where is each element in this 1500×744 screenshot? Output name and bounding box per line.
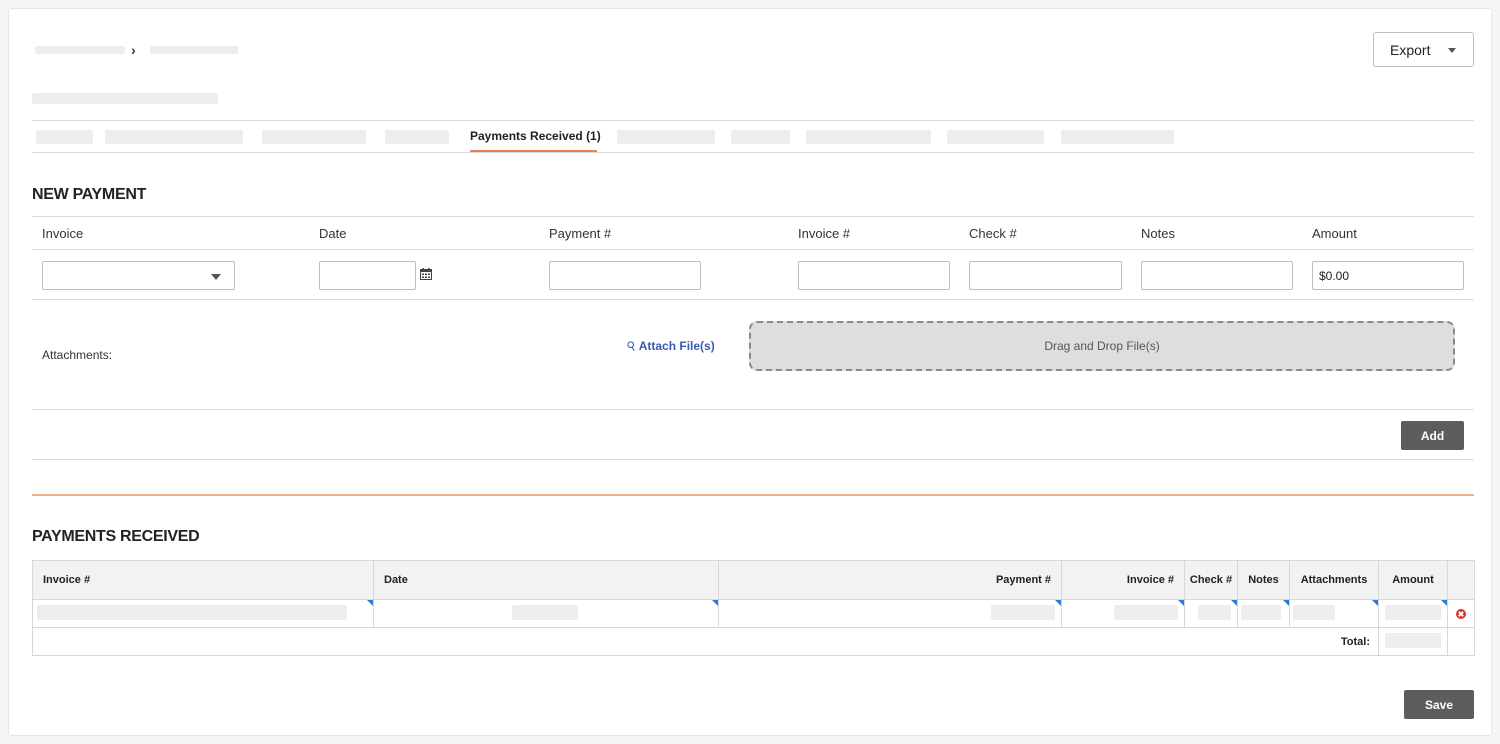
tab-2[interactable]	[105, 130, 243, 144]
payments-received-table: Invoice # Date Payment # Invoice # Check…	[32, 560, 1475, 656]
new-payment-divider	[32, 216, 1474, 217]
export-button-label: Export	[1390, 41, 1431, 58]
cell-invoice-number[interactable]	[32, 599, 374, 628]
cell-attachments[interactable]	[1289, 599, 1379, 628]
total-amount	[1378, 627, 1448, 656]
add-button[interactable]: Add	[1401, 421, 1464, 450]
header-check-number[interactable]: Check #	[1184, 560, 1238, 600]
column-notes: Notes	[1141, 226, 1175, 241]
export-button[interactable]: Export	[1373, 32, 1474, 67]
check-number-input[interactable]	[969, 261, 1122, 290]
tab-bar-top-divider	[32, 120, 1474, 121]
header-amount[interactable]: Amount	[1378, 560, 1448, 600]
amount-value: $0.00	[1319, 268, 1350, 283]
tab-9[interactable]	[947, 130, 1044, 144]
column-amount: Amount	[1312, 226, 1357, 241]
header-invoice-number[interactable]: Invoice #	[32, 560, 374, 600]
attachments-divider	[32, 409, 1474, 410]
fields-divider	[32, 299, 1474, 300]
header-payment-number[interactable]: Payment #	[718, 560, 1062, 600]
tab-3[interactable]	[262, 130, 366, 144]
column-invoice-number: Invoice #	[798, 226, 851, 241]
cell-date[interactable]	[373, 599, 719, 628]
add-row-divider	[32, 459, 1474, 460]
amount-input[interactable]: $0.00	[1312, 261, 1464, 290]
paperclip-icon: ⚲	[624, 337, 639, 355]
table-header-row: Invoice # Date Payment # Invoice # Check…	[32, 560, 1475, 600]
cell-delete[interactable]	[1447, 599, 1475, 628]
delete-icon[interactable]	[1456, 609, 1466, 619]
tab-1[interactable]	[36, 130, 93, 144]
tab-7[interactable]	[731, 130, 790, 144]
cell-check-number[interactable]	[1184, 599, 1238, 628]
header-invoice-number-2[interactable]: Invoice #	[1061, 560, 1185, 600]
tab-4[interactable]	[385, 130, 449, 144]
header-actions	[1447, 560, 1475, 600]
table-row	[32, 599, 1475, 628]
cell-invoice-number-2[interactable]	[1061, 599, 1185, 628]
section-separator	[32, 494, 1474, 496]
column-date: Date	[319, 226, 347, 241]
breadcrumb-item-current	[150, 46, 238, 54]
new-payment-title: NEW PAYMENT	[32, 186, 147, 203]
total-row: Total:	[32, 627, 1475, 656]
total-label: Total:	[32, 627, 1379, 656]
chevron-right-icon: ›	[131, 42, 136, 58]
invoice-number-input[interactable]	[798, 261, 950, 290]
notes-input[interactable]	[1141, 261, 1293, 290]
tab-6[interactable]	[617, 130, 715, 144]
attach-files-label: Attach File(s)	[638, 339, 715, 353]
tab-8[interactable]	[806, 130, 931, 144]
payment-number-input[interactable]	[549, 261, 701, 290]
column-header-divider	[32, 249, 1474, 250]
header-notes[interactable]: Notes	[1237, 560, 1290, 600]
tab-bar-bottom-divider	[32, 152, 1474, 153]
cell-amount[interactable]	[1378, 599, 1448, 628]
page-title	[32, 93, 218, 104]
attach-files-link[interactable]: ⚲ Attach File(s)	[624, 337, 715, 355]
column-invoice: Invoice	[42, 226, 84, 241]
attachments-label: Attachments:	[42, 348, 113, 362]
breadcrumb-item-root[interactable]	[35, 46, 125, 54]
header-date[interactable]: Date	[373, 560, 719, 600]
tab-10[interactable]	[1061, 130, 1174, 144]
header-attachments[interactable]: Attachments	[1289, 560, 1379, 600]
calendar-icon[interactable]	[420, 268, 432, 280]
column-payment-number: Payment #	[549, 226, 612, 241]
total-spacer	[1447, 627, 1475, 656]
date-input[interactable]	[319, 261, 416, 290]
file-dropzone[interactable]: Drag and Drop File(s)	[749, 321, 1455, 371]
dropzone-text: Drag and Drop File(s)	[1044, 339, 1160, 353]
column-check-number: Check #	[969, 226, 1017, 241]
cell-notes[interactable]	[1237, 599, 1290, 628]
cell-payment-number[interactable]	[718, 599, 1062, 628]
main-card: › Export Payments Received (1) NEW PAYME…	[8, 8, 1492, 736]
caret-down-icon	[1448, 48, 1456, 53]
chevron-down-icon	[211, 274, 221, 280]
invoice-select[interactable]	[42, 261, 235, 290]
save-button-label: Save	[1424, 697, 1454, 712]
payments-received-title: PAYMENTS RECEIVED	[32, 528, 200, 545]
add-button-label: Add	[1420, 428, 1445, 443]
save-button[interactable]: Save	[1404, 690, 1474, 719]
tab-payments-received[interactable]: Payments Received (1)	[470, 129, 601, 143]
